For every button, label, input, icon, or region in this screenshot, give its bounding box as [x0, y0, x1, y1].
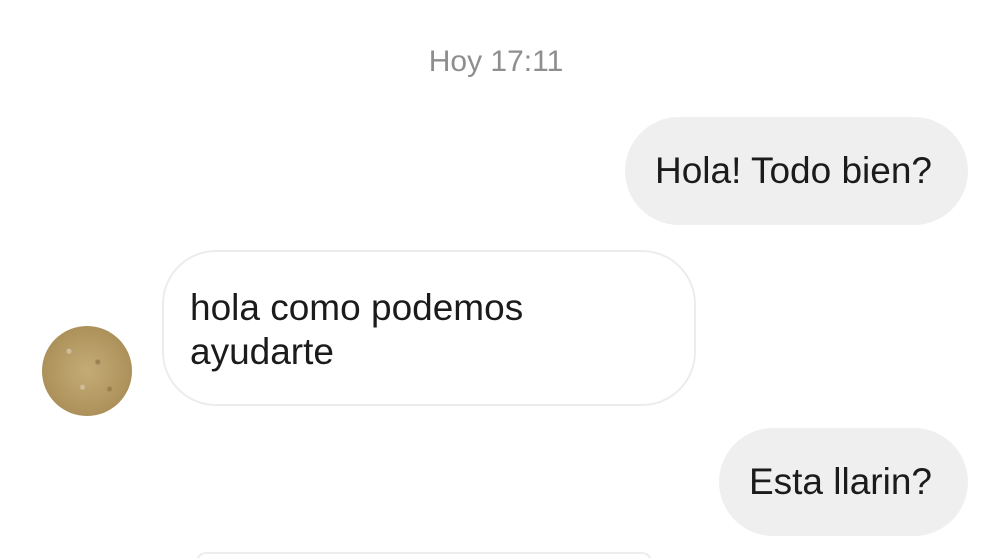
contact-avatar-icon[interactable] — [42, 326, 132, 416]
outgoing-message-bubble[interactable]: Hola! Todo bien? — [624, 117, 968, 225]
outgoing-message-bubble[interactable]: Esta llarin? — [718, 428, 968, 536]
incoming-message-bubble[interactable]: hola como podemos ayudarte — [162, 250, 696, 406]
conversation-timestamp: Hoy 17:11 — [428, 45, 564, 78]
chat-thread: Hoy 17:11 Hola! Todo bien? hola como pod… — [0, 0, 992, 558]
next-message-bubble-edge — [196, 552, 652, 558]
